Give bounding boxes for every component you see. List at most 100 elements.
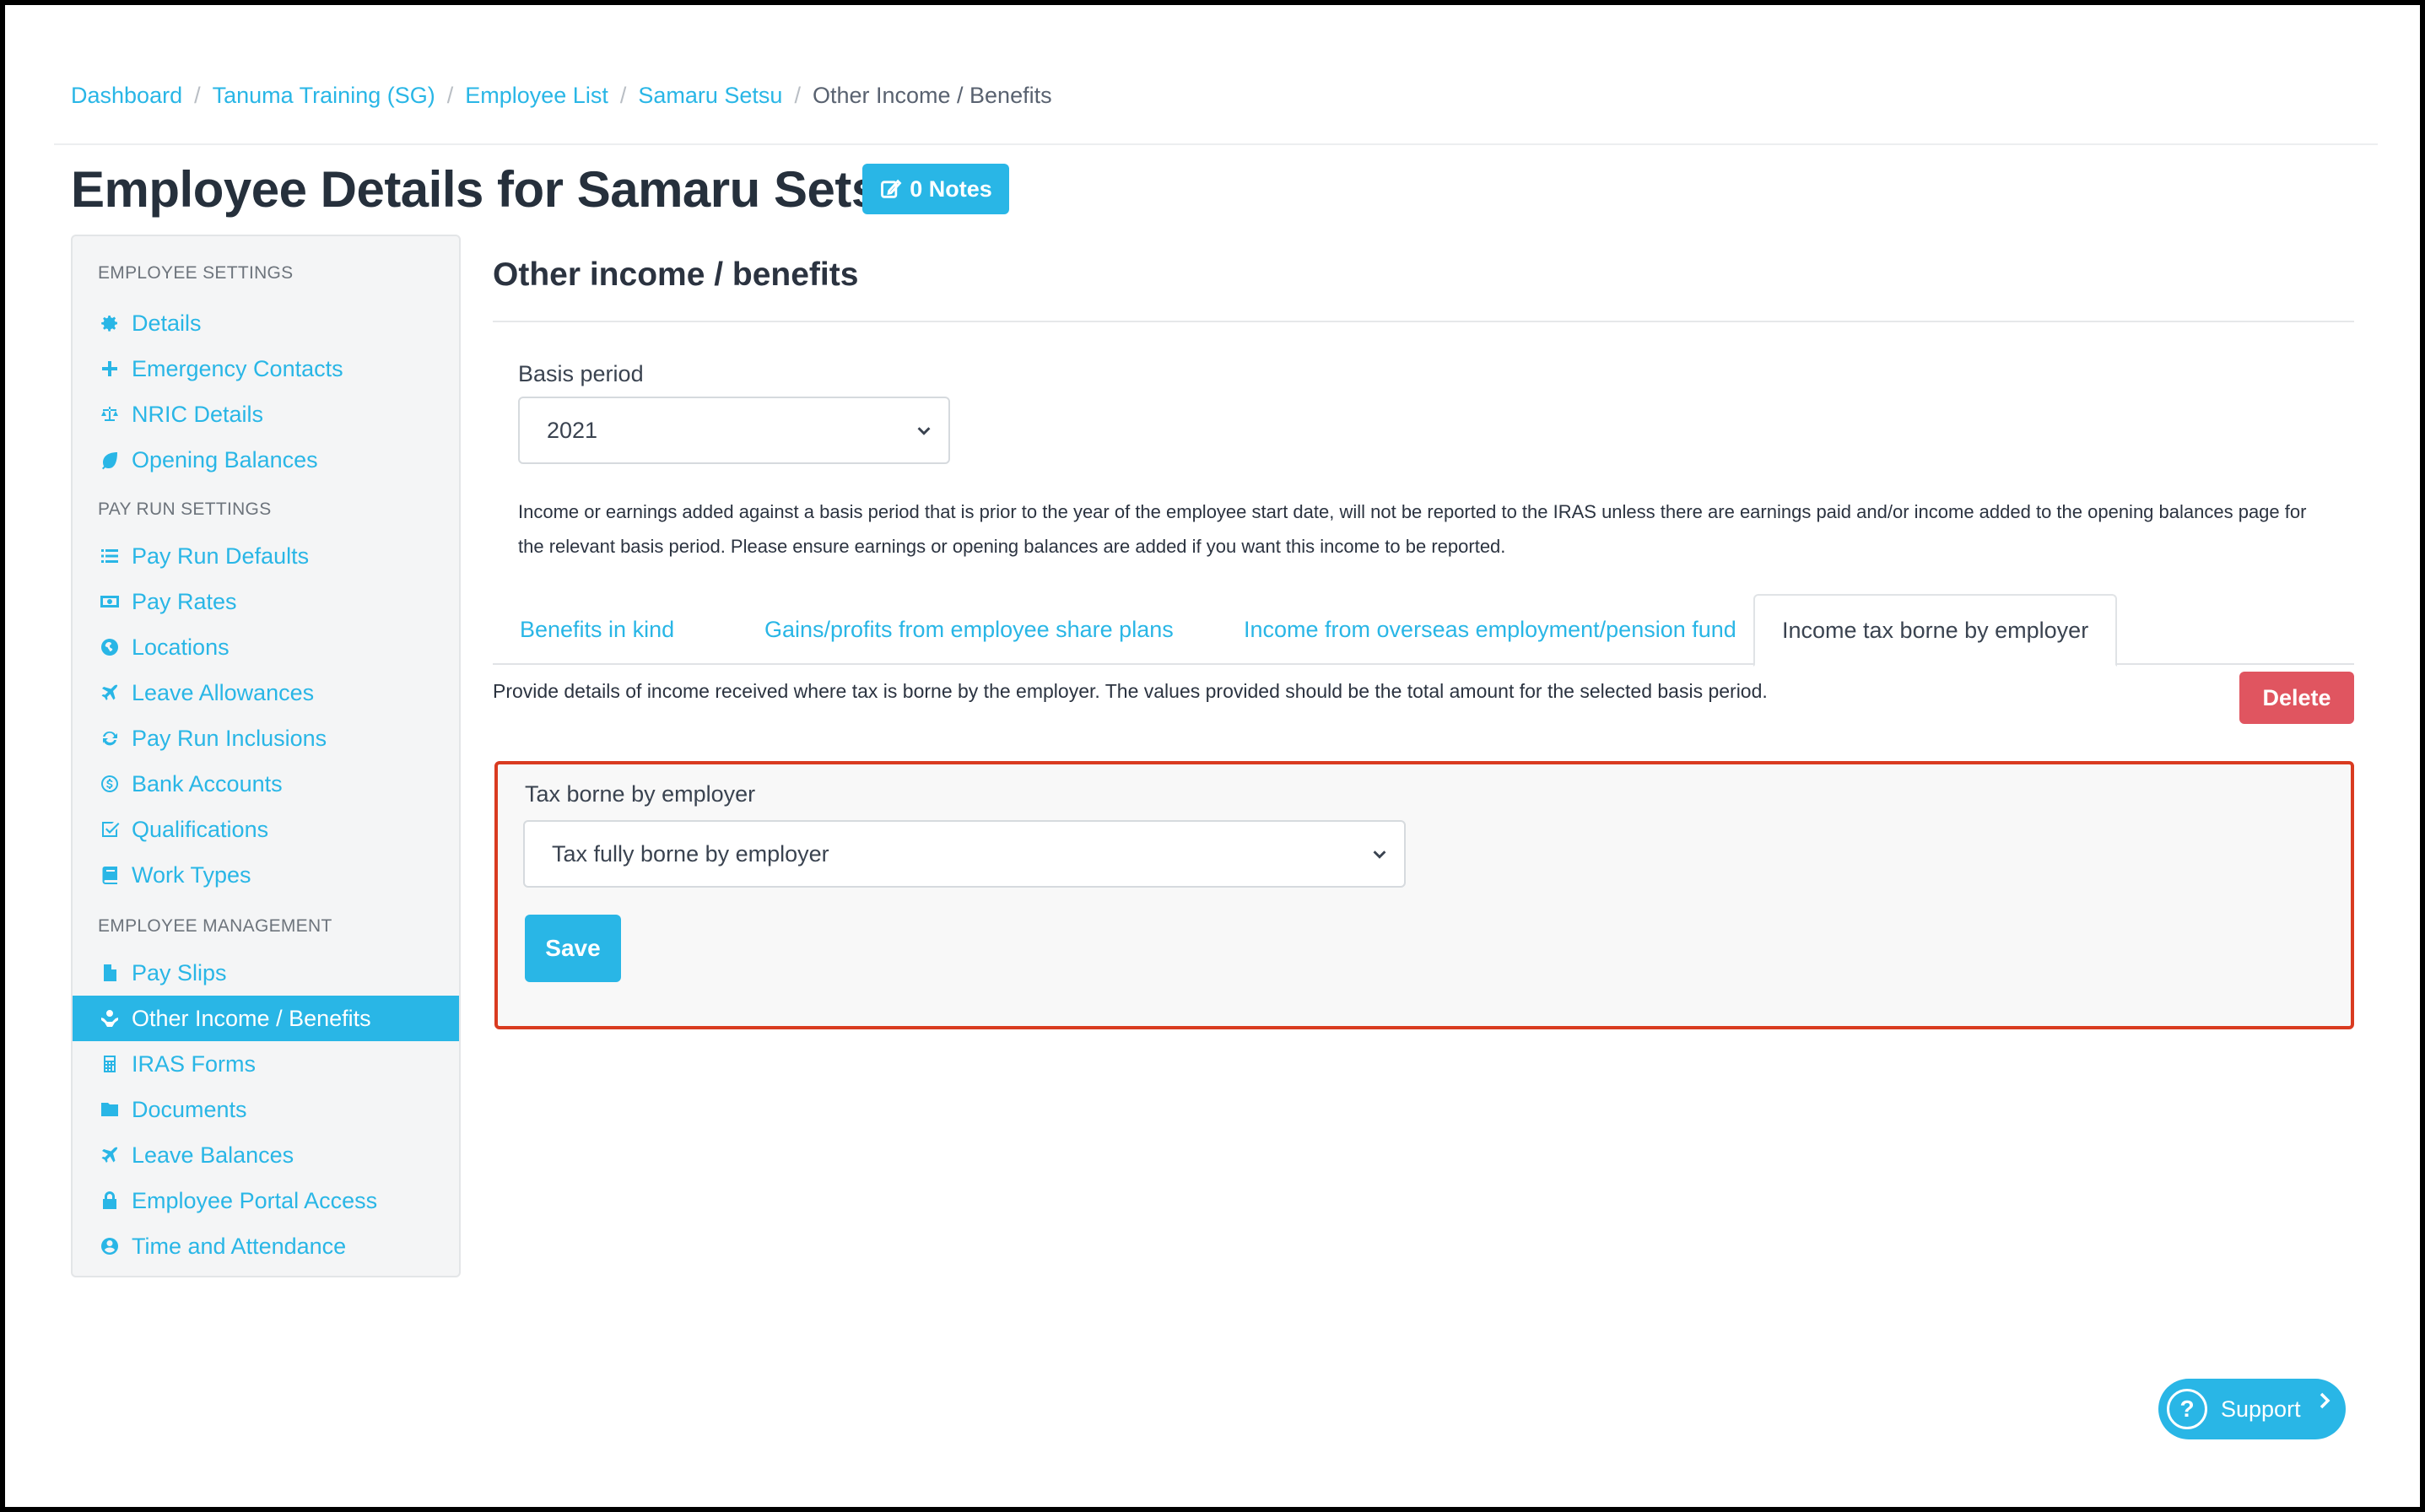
sidebar-item-label: Documents bbox=[132, 1096, 247, 1122]
section-divider bbox=[493, 321, 2354, 322]
sidebar-item-label: NRIC Details bbox=[132, 401, 264, 427]
tax-borne-label: Tax borne by employer bbox=[525, 781, 756, 807]
sidebar-item-label: Pay Run Inclusions bbox=[132, 725, 327, 751]
sidebar-item-label: IRAS Forms bbox=[132, 1050, 257, 1077]
sidebar-item-label: Work Types bbox=[132, 861, 251, 888]
breadcrumb-company[interactable]: Tanuma Training (SG) bbox=[213, 83, 435, 109]
delete-button[interactable]: Delete bbox=[2239, 672, 2354, 724]
breadcrumb-employee-list[interactable]: Employee List bbox=[465, 83, 608, 109]
notes-button[interactable]: 0 Notes bbox=[862, 164, 1009, 214]
tab-income-tax-borne[interactable]: Income tax borne by employer bbox=[1753, 594, 2118, 667]
sidebar-item-iras-forms[interactable]: IRAS Forms bbox=[73, 1041, 459, 1087]
sidebar-item-leave-balances[interactable]: Leave Balances bbox=[73, 1132, 459, 1178]
tax-borne-select[interactable]: Tax fully borne by employer bbox=[523, 820, 1406, 888]
tax-borne-form: Tax borne by employer Tax fully borne by… bbox=[494, 761, 2354, 1029]
section-title: Other income / benefits bbox=[493, 256, 859, 293]
sidebar-section-employee-management: EMPLOYEE MANAGEMENT bbox=[98, 916, 332, 936]
sidebar-item-bank-accounts[interactable]: Bank Accounts bbox=[73, 761, 459, 807]
basis-period-label: Basis period bbox=[518, 361, 644, 386]
plane-icon bbox=[101, 684, 118, 700]
globe-icon bbox=[101, 639, 118, 656]
hand-holding-icon bbox=[101, 1010, 118, 1027]
page-title: Employee Details for Samaru Setsu bbox=[71, 161, 910, 218]
breadcrumb: Dashboard / Tanuma Training (SG) / Emplo… bbox=[71, 83, 1052, 109]
sidebar-item-label: Emergency Contacts bbox=[132, 355, 343, 381]
sidebar-item-locations[interactable]: Locations bbox=[73, 624, 459, 670]
notes-label: 0 Notes bbox=[910, 176, 992, 202]
sidebar-item-qualifications[interactable]: Qualifications bbox=[73, 807, 459, 852]
sidebar-item-pay-run-defaults[interactable]: Pay Run Defaults bbox=[73, 533, 459, 579]
breadcrumb-dashboard[interactable]: Dashboard bbox=[71, 83, 182, 109]
sidebar-item-work-types[interactable]: Work Types bbox=[73, 852, 459, 898]
gear-icon bbox=[101, 316, 117, 332]
balance-scale-icon bbox=[101, 407, 118, 421]
sidebar-item-nric-details[interactable]: NRIC Details bbox=[73, 392, 459, 437]
plus-icon bbox=[102, 361, 117, 376]
chevron-down-icon bbox=[1373, 850, 1386, 859]
sidebar-section-pay-run-settings: PAY RUN SETTINGS bbox=[98, 500, 272, 519]
sidebar-item-label: Employee Portal Access bbox=[132, 1187, 378, 1213]
sidebar-item-label: Time and Attendance bbox=[132, 1233, 347, 1259]
leaf-icon bbox=[102, 452, 117, 470]
sidebar-item-label: Leave Allowances bbox=[132, 679, 315, 705]
sidebar-item-time-and-attendance[interactable]: Time and Attendance bbox=[73, 1223, 459, 1269]
sidebar-item-employee-portal-access[interactable]: Employee Portal Access bbox=[73, 1178, 459, 1223]
refresh-icon bbox=[103, 731, 117, 746]
sidebar-section-employee-settings: EMPLOYEE SETTINGS bbox=[98, 263, 294, 283]
sidebar-item-label: Pay Run Defaults bbox=[132, 543, 310, 569]
list-icon bbox=[101, 549, 118, 563]
sidebar-item-label: Pay Slips bbox=[132, 959, 227, 986]
breadcrumb-separator: / bbox=[794, 83, 801, 108]
tab-benefits-in-kind[interactable]: Benefits in kind bbox=[493, 594, 701, 665]
sidebar-item-leave-allowances[interactable]: Leave Allowances bbox=[73, 670, 459, 716]
breadcrumb-separator: / bbox=[619, 83, 627, 108]
user-clock-icon bbox=[101, 1238, 118, 1255]
sidebar-item-pay-run-inclusions[interactable]: Pay Run Inclusions bbox=[73, 716, 459, 761]
breadcrumb-employee[interactable]: Samaru Setsu bbox=[638, 83, 782, 109]
breadcrumb-current: Other Income / Benefits bbox=[812, 83, 1052, 108]
tab-overseas-employment[interactable]: Income from overseas employment/pension … bbox=[1217, 594, 1763, 665]
sidebar-item-pay-slips[interactable]: Pay Slips bbox=[73, 950, 459, 996]
app-window: Dashboard / Tanuma Training (SG) / Emplo… bbox=[5, 5, 2420, 1507]
calculator-icon bbox=[104, 1056, 116, 1072]
money-icon bbox=[100, 596, 119, 608]
breadcrumb-separator: / bbox=[446, 83, 454, 108]
sidebar-item-label: Bank Accounts bbox=[132, 770, 283, 796]
sidebar-item-label: Leave Balances bbox=[132, 1142, 294, 1168]
save-button[interactable]: Save bbox=[525, 915, 621, 982]
lock-icon bbox=[103, 1191, 116, 1209]
chevron-right-icon bbox=[2320, 1392, 2330, 1409]
tab-description: Provide details of income received where… bbox=[493, 680, 1768, 702]
help-icon: ? bbox=[2167, 1389, 2207, 1429]
sidebar-item-label: Qualifications bbox=[132, 816, 269, 842]
sidebar-item-opening-balances[interactable]: Opening Balances bbox=[73, 437, 459, 483]
sidebar: EMPLOYEE SETTINGS Details Emergency Cont… bbox=[71, 235, 461, 1277]
sidebar-item-details[interactable]: Details bbox=[73, 300, 459, 346]
tab-share-plans[interactable]: Gains/profits from employee share plans bbox=[737, 594, 1201, 665]
sidebar-item-label: Details bbox=[132, 310, 202, 336]
file-icon bbox=[104, 964, 116, 981]
header-divider bbox=[54, 143, 2378, 145]
breadcrumb-separator: / bbox=[194, 83, 201, 108]
basis-period-select[interactable]: 2021 bbox=[518, 397, 950, 464]
sidebar-item-other-income-benefits[interactable]: Other Income / Benefits bbox=[73, 996, 459, 1041]
sidebar-item-label: Other Income / Benefits bbox=[132, 1005, 371, 1031]
sidebar-item-pay-rates[interactable]: Pay Rates bbox=[73, 579, 459, 624]
sidebar-item-emergency-contacts[interactable]: Emergency Contacts bbox=[73, 346, 459, 392]
book-icon bbox=[102, 867, 117, 884]
income-tabs: Benefits in kind Gains/profits from empl… bbox=[493, 594, 2354, 667]
support-button[interactable]: ? Support bbox=[2158, 1379, 2346, 1439]
edit-icon bbox=[881, 179, 902, 198]
folder-icon bbox=[101, 1103, 118, 1116]
check-square-icon bbox=[102, 822, 120, 837]
plane-icon bbox=[101, 1147, 118, 1163]
support-label: Support bbox=[2221, 1396, 2301, 1422]
chevron-down-icon bbox=[917, 427, 931, 435]
basis-period-info: Income or earnings added against a basis… bbox=[518, 501, 2307, 557]
sidebar-item-documents[interactable]: Documents bbox=[73, 1087, 459, 1132]
sidebar-item-label: Opening Balances bbox=[132, 446, 318, 472]
sidebar-item-label: Locations bbox=[132, 634, 230, 660]
dollar-circle-icon bbox=[101, 775, 118, 792]
tax-borne-value: Tax fully borne by employer bbox=[552, 840, 829, 867]
basis-period-value: 2021 bbox=[547, 417, 598, 443]
